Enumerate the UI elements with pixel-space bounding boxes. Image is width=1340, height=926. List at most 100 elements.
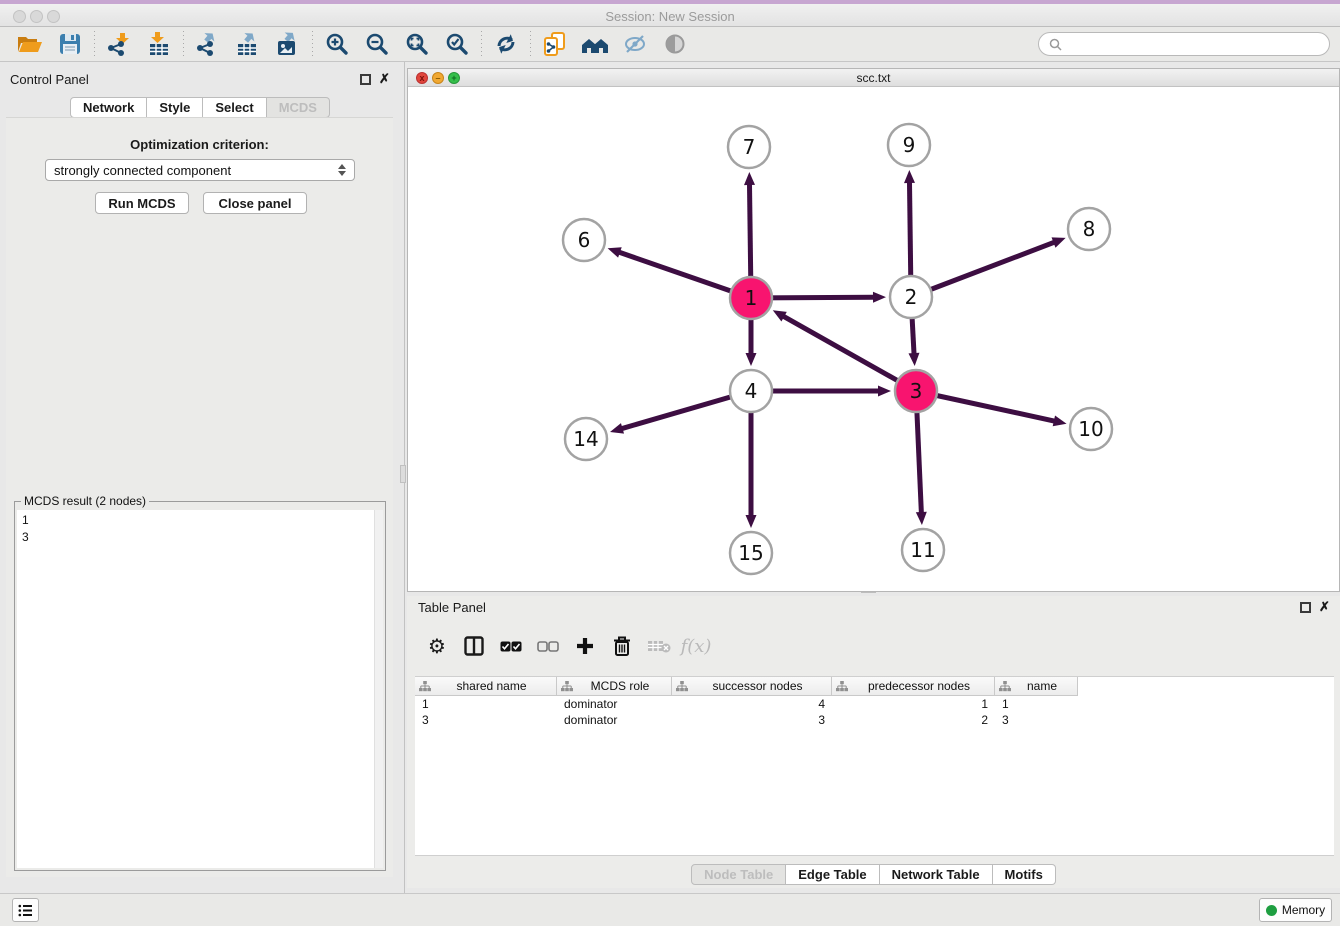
network-window-titlebar[interactable]: x – + scc.txt	[408, 69, 1339, 87]
zoom-selected-icon	[445, 32, 469, 56]
column-header-predecessor-nodes[interactable]: predecessor nodes	[832, 677, 995, 696]
edge-3-1[interactable]	[783, 316, 916, 391]
zoom-selected-button[interactable]	[437, 29, 477, 59]
table-cell[interactable]: dominator	[557, 696, 672, 712]
network-view-window: x – + scc.txt 7968124314101511	[407, 68, 1340, 592]
export-network-button[interactable]	[188, 29, 228, 59]
edge-2-8[interactable]	[911, 242, 1054, 297]
new-network-from-selection-button[interactable]	[535, 29, 575, 59]
settings-gear-button[interactable]: ⚙	[423, 632, 451, 660]
close-panel-icon[interactable]: ✗	[379, 71, 390, 87]
criterion-dropdown[interactable]: strongly connected component	[45, 159, 355, 181]
mcds-result-text[interactable]: 1 3	[17, 510, 374, 868]
add-row-button[interactable]	[571, 632, 599, 660]
toolbar-separator	[481, 31, 482, 57]
tab-motifs[interactable]: Motifs	[993, 864, 1056, 885]
apply-layout-button[interactable]	[486, 29, 526, 59]
arrowhead-icon	[1053, 416, 1067, 427]
column-header-MCDS-role[interactable]: MCDS role	[557, 677, 672, 696]
zoom-fit-button[interactable]	[397, 29, 437, 59]
tab-network[interactable]: Network	[70, 97, 147, 118]
float-table-panel-icon[interactable]	[1300, 602, 1311, 613]
search-input[interactable]	[1068, 37, 1319, 51]
column-header-name[interactable]: name	[995, 677, 1078, 696]
tab-mcds[interactable]: MCDS	[267, 97, 330, 118]
zoom-out-icon	[365, 32, 389, 56]
tab-style[interactable]: Style	[147, 97, 203, 118]
zoom-in-icon	[325, 32, 349, 56]
save-session-icon	[59, 33, 81, 55]
network-canvas[interactable]: 7968124314101511	[408, 87, 1339, 591]
birdseye-view-icon	[663, 32, 687, 56]
window-titlebar: Session: New Session	[0, 0, 1340, 27]
import-network-button[interactable]	[99, 29, 139, 59]
float-panel-icon[interactable]	[360, 74, 371, 85]
attribute-tree-icon	[999, 681, 1011, 692]
table-cell[interactable]: dominator	[557, 712, 672, 728]
birdseye-view-button[interactable]	[655, 29, 695, 59]
arrowhead-icon	[746, 353, 757, 366]
arrowhead-icon	[873, 292, 886, 303]
function-builder-icon: f(x)	[681, 636, 712, 657]
table-cell[interactable]: 3	[995, 712, 1078, 728]
table-cell[interactable]: 4	[672, 696, 832, 712]
column-header-shared-name[interactable]: shared name	[415, 677, 557, 696]
column-header-successor-nodes[interactable]: successor nodes	[672, 677, 832, 696]
export-table-button[interactable]	[228, 29, 268, 59]
new-network-from-selection-icon	[543, 31, 567, 57]
arrowhead-icon	[746, 515, 757, 528]
delete-table-icon	[647, 638, 671, 654]
home-icon	[580, 33, 610, 55]
zoom-in-button[interactable]	[317, 29, 357, 59]
hide-graphics-details-button[interactable]	[615, 29, 655, 59]
delete-row-button[interactable]	[608, 632, 636, 660]
select-all-columns-button[interactable]	[497, 632, 525, 660]
zoom-fit-icon	[405, 32, 429, 56]
table-row[interactable]: 3dominator323	[415, 712, 1334, 728]
toolbar-separator	[94, 31, 95, 57]
table-header-row: shared nameMCDS rolesuccessor nodesprede…	[415, 677, 1334, 696]
table-cell[interactable]: 1	[832, 696, 995, 712]
table-cell[interactable]: 1	[995, 696, 1078, 712]
export-image-icon	[276, 32, 300, 56]
window-title: Session: New Session	[0, 9, 1340, 24]
column-layout-button[interactable]	[460, 632, 488, 660]
table-cell[interactable]: 3	[672, 712, 832, 728]
delete-table-button[interactable]	[645, 632, 673, 660]
close-panel-button[interactable]: Close panel	[203, 192, 307, 214]
table-row[interactable]: 1dominator411	[415, 696, 1334, 712]
delete-row-icon	[613, 636, 631, 656]
arrowhead-icon	[1052, 237, 1066, 247]
mcds-result-title: MCDS result (2 nodes)	[21, 494, 149, 508]
close-table-panel-icon[interactable]: ✗	[1319, 599, 1330, 615]
tab-select[interactable]: Select	[203, 97, 266, 118]
search-icon	[1049, 38, 1062, 51]
function-builder-button[interactable]: f(x)	[682, 632, 710, 660]
export-network-icon	[196, 32, 220, 56]
tab-node-table[interactable]: Node Table	[691, 864, 786, 885]
result-scrollbar[interactable]	[374, 510, 383, 868]
mcds-panel: Optimization criterion: strongly connect…	[6, 117, 393, 877]
memory-status-icon	[1266, 905, 1277, 916]
arrowhead-icon	[908, 353, 919, 366]
export-image-button[interactable]	[268, 29, 308, 59]
export-table-icon	[236, 32, 260, 56]
deselect-all-columns-button[interactable]	[534, 632, 562, 660]
vertical-splitter[interactable]	[400, 62, 407, 893]
table-cell[interactable]: 3	[415, 712, 557, 728]
memory-button[interactable]: Memory	[1259, 898, 1332, 922]
import-table-icon	[148, 32, 170, 56]
run-mcds-button[interactable]: Run MCDS	[95, 192, 189, 214]
home-button[interactable]	[575, 29, 615, 59]
tab-edge-table[interactable]: Edge Table	[786, 864, 879, 885]
search-box[interactable]	[1038, 32, 1330, 56]
import-table-button[interactable]	[139, 29, 179, 59]
open-session-button[interactable]	[10, 29, 50, 59]
zoom-out-button[interactable]	[357, 29, 397, 59]
table-cell[interactable]: 2	[832, 712, 995, 728]
table-cell[interactable]: 1	[415, 696, 557, 712]
task-history-button[interactable]	[12, 898, 39, 922]
splitter-grip[interactable]	[400, 465, 406, 483]
save-session-button[interactable]	[50, 29, 90, 59]
tab-network-table[interactable]: Network Table	[880, 864, 993, 885]
